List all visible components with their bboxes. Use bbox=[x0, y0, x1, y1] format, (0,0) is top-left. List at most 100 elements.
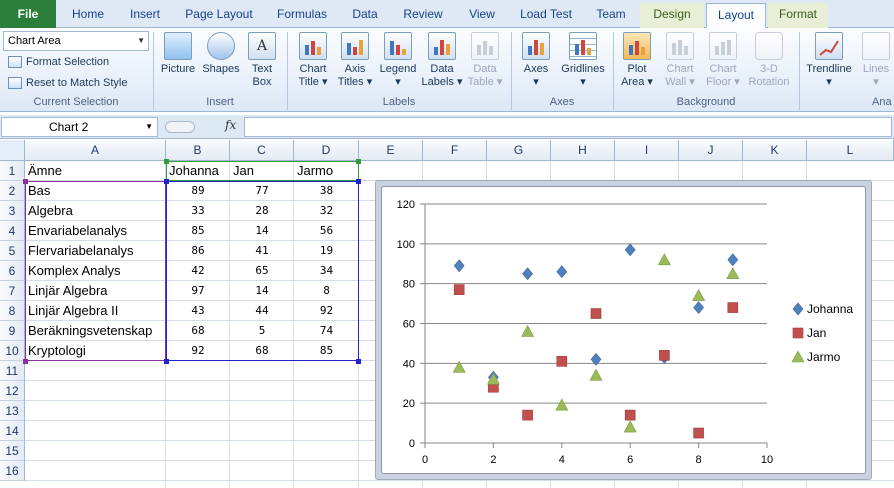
cell-a4[interactable]: Envariabelanalys bbox=[25, 221, 166, 241]
cell-b6[interactable]: 42 bbox=[166, 261, 230, 281]
text-box-button[interactable]: A Text Box bbox=[244, 32, 280, 89]
cell-a6[interactable]: Komplex Analys bbox=[25, 261, 166, 281]
tab-load-test[interactable]: Load Test bbox=[510, 3, 582, 28]
column-header-k[interactable]: K bbox=[743, 140, 807, 161]
cell-b4[interactable]: 85 bbox=[166, 221, 230, 241]
row-header-1[interactable]: 1 bbox=[0, 161, 25, 181]
row-header-9[interactable]: 9 bbox=[0, 321, 25, 341]
tab-insert[interactable]: Insert bbox=[118, 3, 172, 28]
row-header-3[interactable]: 3 bbox=[0, 201, 25, 221]
tab-layout[interactable]: Layout bbox=[706, 3, 766, 28]
cell-a2[interactable]: Bas bbox=[25, 181, 166, 201]
picture-button[interactable]: Picture bbox=[158, 32, 198, 76]
row-header-5[interactable]: 5 bbox=[0, 241, 25, 261]
cell-c8[interactable]: 44 bbox=[230, 301, 294, 321]
column-header-b[interactable]: B bbox=[166, 140, 230, 161]
name-box[interactable]: Chart 2 ▼ bbox=[1, 117, 158, 137]
column-header-j[interactable]: J bbox=[679, 140, 743, 161]
range-resize-handle[interactable] bbox=[356, 179, 361, 184]
legend-button[interactable]: Legend ▾ bbox=[376, 32, 420, 89]
row-header-14[interactable]: 14 bbox=[0, 421, 25, 441]
cell-a8[interactable]: Linjär Algebra II bbox=[25, 301, 166, 321]
tab-review[interactable]: Review bbox=[392, 3, 454, 28]
cell-a7[interactable]: Linjär Algebra bbox=[25, 281, 166, 301]
tab-design[interactable]: Design bbox=[640, 3, 704, 28]
row-header-2[interactable]: 2 bbox=[0, 181, 25, 201]
tab-home[interactable]: Home bbox=[60, 3, 116, 28]
cell-b7[interactable]: 97 bbox=[166, 281, 230, 301]
row-header-7[interactable]: 7 bbox=[0, 281, 25, 301]
range-resize-handle[interactable] bbox=[164, 359, 169, 364]
cell-d7[interactable]: 8 bbox=[294, 281, 359, 301]
range-resize-handle[interactable] bbox=[164, 159, 169, 164]
chart-title-button[interactable]: Chart Title ▾ bbox=[292, 32, 334, 89]
axes-button[interactable]: Axes ▾ bbox=[516, 32, 556, 89]
cell-c7[interactable]: 14 bbox=[230, 281, 294, 301]
cell-b1[interactable]: Johanna bbox=[166, 161, 230, 181]
shapes-button[interactable]: Shapes bbox=[200, 32, 242, 76]
range-resize-handle[interactable] bbox=[356, 159, 361, 164]
cell-d3[interactable]: 32 bbox=[294, 201, 359, 221]
column-header-f[interactable]: F bbox=[423, 140, 487, 161]
cell-b10[interactable]: 92 bbox=[166, 341, 230, 361]
tab-file[interactable]: File bbox=[0, 0, 56, 28]
cell-a10[interactable]: Kryptologi bbox=[25, 341, 166, 361]
cell-d8[interactable]: 92 bbox=[294, 301, 359, 321]
cell-d4[interactable]: 56 bbox=[294, 221, 359, 241]
range-resize-handle[interactable] bbox=[23, 179, 28, 184]
range-resize-handle[interactable] bbox=[164, 179, 169, 184]
column-header-h[interactable]: H bbox=[551, 140, 615, 161]
chart-element-dropdown[interactable]: Chart Area ▼ bbox=[3, 31, 149, 51]
row-header-13[interactable]: 13 bbox=[0, 401, 25, 421]
row-header-8[interactable]: 8 bbox=[0, 301, 25, 321]
tab-team[interactable]: Team bbox=[586, 3, 636, 28]
data-table-button[interactable]: Data Table ▾ bbox=[464, 32, 506, 89]
tab-formulas[interactable]: Formulas bbox=[266, 3, 338, 28]
row-header-16[interactable]: 16 bbox=[0, 461, 25, 481]
tab-page-layout[interactable]: Page Layout bbox=[176, 3, 262, 28]
cell-b3[interactable]: 33 bbox=[166, 201, 230, 221]
row-header-15[interactable]: 15 bbox=[0, 441, 25, 461]
column-header-g[interactable]: G bbox=[487, 140, 551, 161]
cell-a9[interactable]: Beräkningsvetenskap bbox=[25, 321, 166, 341]
row-header-4[interactable]: 4 bbox=[0, 221, 25, 241]
row-header-11[interactable]: 11 bbox=[0, 361, 25, 381]
cell-d5[interactable]: 19 bbox=[294, 241, 359, 261]
row-header-10[interactable]: 10 bbox=[0, 341, 25, 361]
format-selection-button[interactable]: Format Selection bbox=[6, 53, 109, 71]
cell-d10[interactable]: 85 bbox=[294, 341, 359, 361]
cell-c6[interactable]: 65 bbox=[230, 261, 294, 281]
trendline-button[interactable]: Trendline ▾ bbox=[803, 32, 855, 89]
cell-b9[interactable]: 68 bbox=[166, 321, 230, 341]
select-all-corner[interactable] bbox=[0, 140, 25, 161]
cell-c2[interactable]: 77 bbox=[230, 181, 294, 201]
column-header-l[interactable]: L bbox=[807, 140, 894, 161]
row-header-12[interactable]: 12 bbox=[0, 381, 25, 401]
cell-c1[interactable]: Jan bbox=[230, 161, 294, 181]
lines-button[interactable]: Lines ▾ bbox=[858, 32, 894, 89]
cell-d9[interactable]: 74 bbox=[294, 321, 359, 341]
column-header-d[interactable]: D bbox=[294, 140, 359, 161]
chart-wall-button[interactable]: Chart Wall ▾ bbox=[659, 32, 701, 89]
gridlines-button[interactable]: Gridlines ▾ bbox=[558, 32, 608, 89]
cell-b8[interactable]: 43 bbox=[166, 301, 230, 321]
scatter-chart[interactable]: 0 20 40 60 80 100 120 0 2 4 6 8 10 Johanna Jan Jarmo bbox=[382, 187, 867, 475]
cell-a3[interactable]: Algebra bbox=[25, 201, 166, 221]
cell-c5[interactable]: 41 bbox=[230, 241, 294, 261]
column-header-c[interactable]: C bbox=[230, 140, 294, 161]
formula-input[interactable] bbox=[244, 117, 892, 137]
chart-object[interactable]: 0 20 40 60 80 100 120 0 2 4 6 8 10 Johanna Jan Jarmo bbox=[375, 180, 872, 480]
range-resize-handle[interactable] bbox=[356, 359, 361, 364]
range-resize-handle[interactable] bbox=[23, 359, 28, 364]
cell-d1[interactable]: Jarmo bbox=[294, 161, 359, 181]
chart-area[interactable]: 0 20 40 60 80 100 120 0 2 4 6 8 10 Johanna Jan Jarmo bbox=[381, 186, 866, 474]
data-labels-button[interactable]: Data Labels ▾ bbox=[420, 32, 464, 89]
column-header-a[interactable]: A bbox=[25, 140, 166, 161]
reset-to-match-style-button[interactable]: Reset to Match Style bbox=[6, 74, 128, 92]
cell-a5[interactable]: Flervariabelanalys bbox=[25, 241, 166, 261]
axis-titles-button[interactable]: Axis Titles ▾ bbox=[335, 32, 375, 89]
column-header-i[interactable]: I bbox=[615, 140, 679, 161]
3d-rotation-button[interactable]: 3-D Rotation bbox=[745, 32, 793, 89]
column-header-e[interactable]: E bbox=[359, 140, 423, 161]
chart-floor-button[interactable]: Chart Floor ▾ bbox=[702, 32, 744, 89]
